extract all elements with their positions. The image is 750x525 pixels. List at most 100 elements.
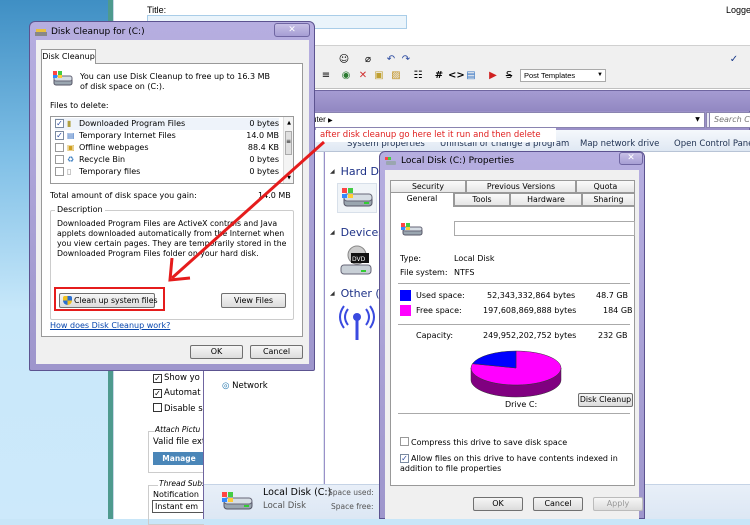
breadcrumb-arrow-icon: ▶ [328, 118, 333, 124]
total-space-label: Total amount of disk space you gain: [50, 191, 197, 200]
tab-sharing[interactable]: Sharing [582, 193, 635, 206]
tab-quota[interactable]: Quota [576, 180, 635, 193]
tab-hardware[interactable]: Hardware [510, 193, 582, 206]
wireless-device-icon[interactable] [337, 304, 377, 342]
image-icon[interactable]: ▣ [373, 70, 385, 82]
capacity-label: Capacity: [416, 331, 454, 340]
file-icon: ▯ [67, 167, 72, 176]
scroll-up-icon[interactable]: ▲ [284, 120, 294, 126]
file-size: 14.0 MB [246, 131, 279, 140]
undo-icon[interactable]: ↶ [385, 54, 397, 66]
group-devices[interactable]: ◢ Devices [330, 226, 384, 239]
close-button[interactable]: ✕ [274, 23, 310, 37]
tab-tools[interactable]: Tools [454, 193, 510, 206]
close-button[interactable]: ✕ [619, 152, 643, 165]
collapse-icon: ◢ [330, 229, 335, 236]
notification-select[interactable]: Instant em [152, 500, 208, 513]
volume-label-input[interactable] [454, 221, 635, 236]
group-label: Hard Di [340, 165, 382, 178]
strikethrough-icon[interactable]: S [503, 70, 515, 82]
spellcheck-icon[interactable]: ✓ [728, 54, 740, 66]
type-label: Type: [400, 254, 422, 263]
help-link[interactable]: How does Disk Cleanup work? [50, 321, 170, 330]
details-drive-type: Local Disk [263, 501, 306, 511]
option-automatic[interactable]: ✓ Automat [153, 388, 203, 398]
details-space-free-label: Space free: [331, 502, 374, 511]
list-item[interactable]: ✓ ▮ Downloaded Program Files 0 bytes [55, 118, 279, 130]
checkbox-unchecked[interactable] [153, 403, 162, 412]
tab-disk-cleanup[interactable]: Disk Cleanup [41, 49, 96, 64]
cmd-map-network-drive[interactable]: Map network drive [580, 139, 659, 149]
cmd-open-control-panel[interactable]: Open Control Panel [674, 139, 750, 149]
used-space-gb: 48.7 GB [596, 291, 629, 300]
ok-button[interactable]: OK [190, 345, 243, 359]
checkbox-checked[interactable]: ✓ [153, 389, 162, 398]
index-checkbox[interactable]: ✓ [400, 454, 409, 463]
checkbox-unchecked[interactable] [55, 167, 64, 176]
view-files-button[interactable]: View Files [221, 293, 286, 308]
quote-icon[interactable]: ☷ [412, 70, 424, 82]
scroll-down-icon[interactable]: ▼ [284, 175, 294, 181]
free-space-label: Free space: [416, 306, 462, 315]
tab-previous-versions[interactable]: Previous Versions [466, 180, 576, 193]
post-templates-select[interactable]: Post Templates ▼ [520, 69, 606, 82]
list-item[interactable]: ▯ Temporary files 0 bytes [55, 166, 279, 178]
collapse-icon: ◢ [330, 290, 335, 297]
group-hard-disks[interactable]: ◢ Hard Di [330, 165, 382, 178]
cancel-button[interactable]: Cancel [533, 497, 583, 511]
tab-general[interactable]: General [390, 192, 454, 207]
picture-icon[interactable]: ▨ [390, 70, 402, 82]
unlink-icon[interactable]: ✕ [357, 70, 369, 82]
hash-icon[interactable]: # [433, 70, 445, 82]
search-input[interactable]: Search Co [709, 112, 750, 128]
description-legend: Description [55, 205, 105, 214]
checkbox-unchecked[interactable] [55, 143, 64, 152]
drive-icon [52, 70, 74, 88]
file-name: Recycle Bin [79, 155, 126, 164]
option-show[interactable]: ✓ Show yo [153, 373, 203, 383]
address-bar[interactable]: uter ▶ [305, 112, 705, 128]
address-dropdown-icon[interactable]: ▼ [690, 112, 705, 128]
used-space-label: Used space: [416, 291, 465, 300]
disk-cleanup-button[interactable]: Disk Cleanup [578, 393, 633, 407]
checkbox-checked[interactable]: ✓ [55, 131, 64, 140]
link-icon[interactable]: ◉ [340, 70, 352, 82]
dvd-drive-icon[interactable]: DVD [337, 245, 377, 279]
youtube-icon[interactable]: ▶ [487, 70, 499, 82]
attachment-icon[interactable]: ⌀ [362, 54, 374, 66]
drive-icon [400, 222, 424, 238]
code-icon[interactable]: <> [448, 70, 465, 82]
hard-drive-icon[interactable] [337, 183, 377, 213]
free-space-gb: 184 GB [603, 306, 633, 315]
free-space-swatch [400, 305, 411, 316]
nav-network[interactable]: ◎ Network [222, 381, 268, 391]
option-disable[interactable]: Disable s [153, 403, 203, 414]
apply-button[interactable]: Apply [593, 497, 643, 511]
internet-files-icon: ▤ [67, 131, 75, 140]
checkbox-checked[interactable]: ✓ [55, 119, 64, 128]
collapse-icon: ◢ [330, 168, 335, 175]
indent-icon[interactable]: ≡ [320, 70, 332, 82]
files-to-delete-label: Files to delete: [50, 101, 109, 110]
index-option[interactable]: ✓ Allow files on this drive to have conte… [400, 454, 632, 474]
files-list[interactable]: ✓ ▮ Downloaded Program Files 0 bytes ✓ ▤ Temp… [50, 116, 294, 184]
manage-attachments-button[interactable]: Manage [153, 452, 205, 465]
compress-checkbox[interactable] [400, 437, 409, 446]
redo-icon[interactable]: ↷ [400, 54, 412, 66]
list-item[interactable]: ♻ Recycle Bin 0 bytes [55, 154, 279, 166]
ok-button[interactable]: OK [473, 497, 523, 511]
smiley-icon[interactable]: ☺ [338, 54, 350, 66]
cancel-button[interactable]: Cancel [250, 345, 303, 359]
files-scrollbar[interactable]: ▲ ≡ ▼ [283, 117, 293, 183]
used-space-swatch [400, 290, 411, 301]
checkbox-unchecked[interactable] [55, 155, 64, 164]
list-item[interactable]: ▣ Offline webpages 88.4 KB [55, 142, 279, 154]
file-name: Temporary Internet Files [79, 131, 176, 140]
checkbox-checked[interactable]: ✓ [153, 374, 162, 383]
php-icon[interactable]: ▤ [465, 70, 477, 82]
local-disk-icon [220, 490, 256, 514]
scroll-thumb[interactable]: ≡ [285, 131, 292, 155]
option-label: Automat [164, 388, 201, 398]
compress-option[interactable]: Compress this drive to save disk space [400, 437, 567, 447]
list-item[interactable]: ✓ ▤ Temporary Internet Files 14.0 MB [55, 130, 279, 142]
